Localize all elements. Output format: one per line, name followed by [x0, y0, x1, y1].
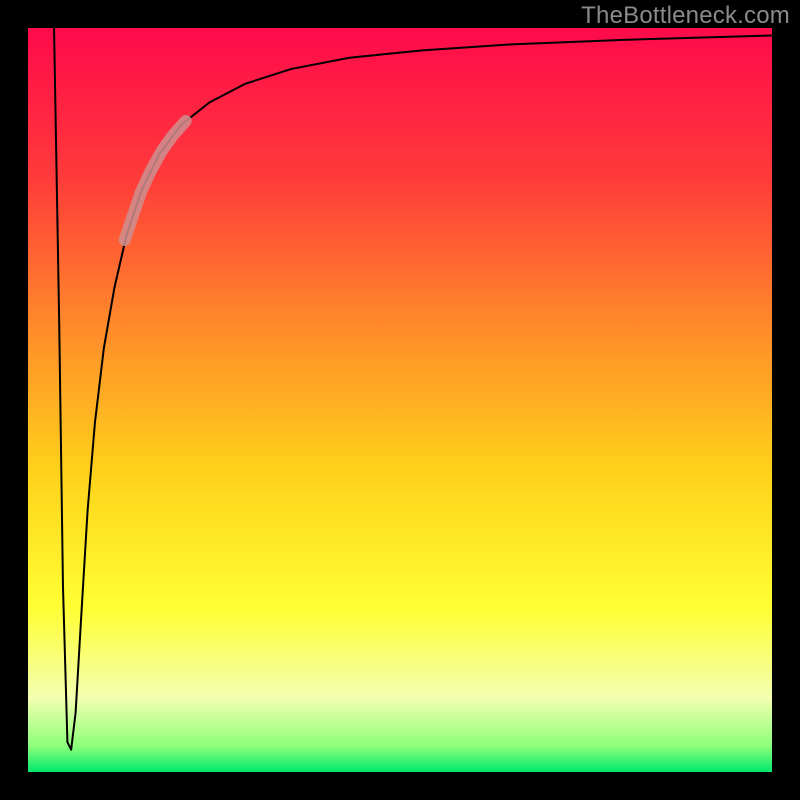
chart-canvas: TheBottleneck.com	[0, 0, 800, 800]
plot-background	[28, 28, 772, 772]
chart-svg	[0, 0, 800, 800]
watermark-label: TheBottleneck.com	[581, 2, 790, 30]
